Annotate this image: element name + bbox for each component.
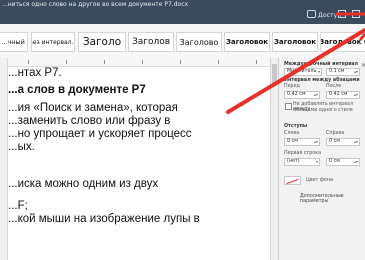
window-title: ...ниться одно слово на другое во всем д… bbox=[2, 1, 189, 8]
ruler-tick bbox=[66, 60, 67, 64]
scrollbar-thumb[interactable] bbox=[272, 64, 277, 86]
style-heading-5[interactable]: Заголовок bbox=[272, 32, 318, 52]
horizontal-ruler[interactable] bbox=[8, 58, 270, 67]
ruler-tick bbox=[104, 60, 105, 64]
text-line: ...но упрощает и ускоряет процесс bbox=[8, 128, 192, 140]
text-line: ...нтах Р7. bbox=[8, 67, 62, 79]
style-no-spacing[interactable]: Без интервал... bbox=[31, 32, 75, 52]
style-gallery: ...чный Без интервал... Заголо Заголов З… bbox=[0, 24, 365, 59]
minimize-button[interactable] bbox=[338, 10, 346, 18]
style-heading-4[interactable]: Заголовок bbox=[224, 32, 270, 52]
before-label: Перед bbox=[284, 84, 300, 89]
ruler-tick bbox=[28, 60, 29, 64]
access-button[interactable]: Доступ bbox=[307, 10, 341, 19]
first-line-value-input[interactable]: 0 см ▴▾ bbox=[326, 158, 360, 166]
paragraph-settings-panel: Междустрочный интервал Множитель ▾ 0.1 см… bbox=[278, 58, 365, 260]
document-heading: ...а слов в документе Р7 bbox=[8, 84, 146, 96]
maximize-button[interactable] bbox=[352, 10, 360, 18]
line-spacing-value-input[interactable]: 0.1 см ▴▾ bbox=[326, 68, 360, 76]
style-heading-6[interactable]: Заголовок 6 bbox=[320, 32, 365, 52]
indents-heading: Отступы bbox=[284, 124, 308, 129]
no-interval-label-2: абзацами одного стиля bbox=[293, 108, 353, 113]
ruler-tick bbox=[256, 60, 257, 64]
style-normal[interactable]: ...чный bbox=[0, 32, 28, 52]
collapse-icon[interactable]: ✕ bbox=[361, 62, 365, 69]
style-heading-1[interactable]: Заголо bbox=[78, 32, 126, 52]
spacing-after-input[interactable]: 0.42 см ▴▾ bbox=[326, 91, 360, 99]
after-label: После bbox=[326, 84, 342, 89]
first-line-label: Первая строка bbox=[284, 151, 322, 156]
text-line: ...ия «Поиск и замена», которая bbox=[8, 102, 178, 114]
text-line: ...кой мыши на изображение лупы в bbox=[8, 213, 200, 225]
left-indent-label: Слева bbox=[284, 131, 300, 136]
text-line: ...заменить слово или фразу в bbox=[8, 115, 171, 127]
text-line: ...F; bbox=[8, 200, 28, 212]
advanced-settings-link[interactable]: Дополнительные параметры bbox=[300, 194, 365, 204]
background-color-label: Цвет фона bbox=[306, 178, 333, 183]
ruler-tick bbox=[180, 60, 181, 64]
style-heading-3[interactable]: Заголово bbox=[176, 32, 222, 52]
title-bar: ...ниться одно слово на другое во всем д… bbox=[0, 0, 365, 24]
first-line-type-select[interactable]: (нет) ▾ bbox=[284, 158, 320, 166]
ruler-tick bbox=[142, 60, 143, 64]
right-indent-input[interactable]: 0 см ▴▾ bbox=[326, 138, 360, 146]
document-page[interactable]: ...нтах Р7. ...а слов в документе Р7 ...… bbox=[8, 58, 270, 260]
paragraph-spacing-heading: Интервал между абзацами bbox=[284, 78, 360, 83]
left-indent-input[interactable]: 0 см ▴▾ bbox=[284, 138, 320, 146]
left-gutter bbox=[0, 58, 8, 260]
right-indent-label: Справа bbox=[326, 131, 345, 136]
ruler-tick bbox=[218, 60, 219, 64]
vertical-scrollbar[interactable] bbox=[270, 58, 278, 260]
no-color-icon bbox=[286, 178, 299, 184]
style-heading-2[interactable]: Заголов bbox=[128, 32, 174, 52]
background-color-button[interactable] bbox=[284, 176, 301, 185]
text-line: ...ых. bbox=[8, 141, 35, 153]
no-interval-checkbox[interactable] bbox=[285, 103, 292, 110]
spacing-before-input[interactable]: 0.42 см ▴▾ bbox=[284, 91, 320, 99]
text-line: ...иска можно одним из двух bbox=[8, 178, 159, 190]
line-spacing-type-select[interactable]: Множитель ▾ bbox=[284, 68, 322, 76]
line-spacing-heading: Междустрочный интервал bbox=[284, 62, 359, 67]
user-icon bbox=[307, 10, 316, 18]
